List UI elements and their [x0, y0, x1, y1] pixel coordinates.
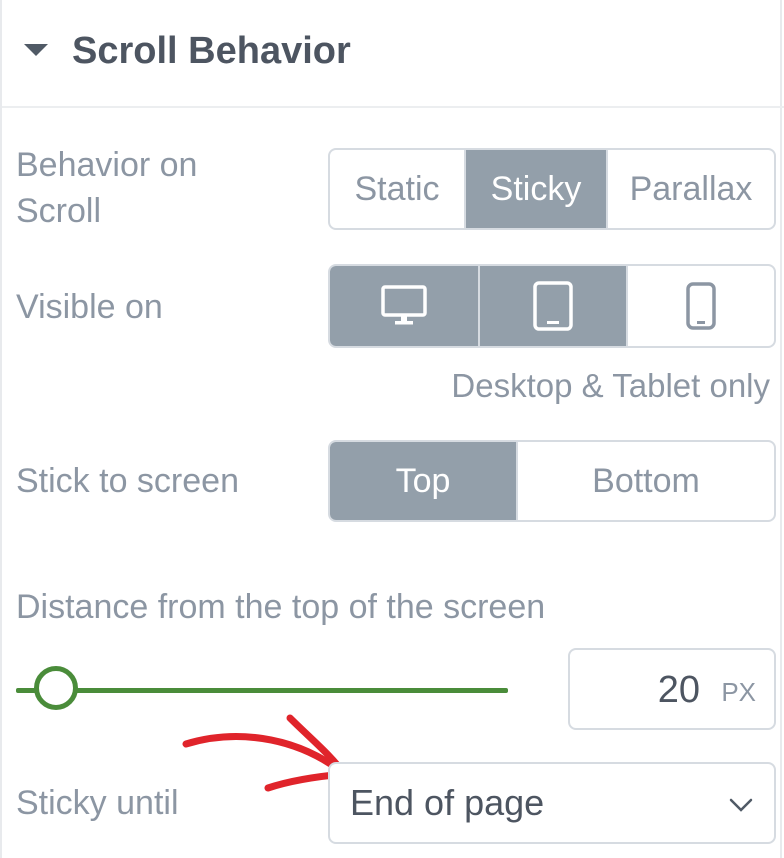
visible-on-segmented-control — [328, 264, 776, 348]
sticky-until-label: Sticky until — [16, 784, 179, 822]
stick-option-top[interactable]: Top — [330, 442, 518, 520]
behavior-option-static[interactable]: Static — [330, 150, 466, 228]
chevron-down-icon — [729, 798, 753, 812]
stick-to-screen-segmented-control: Top Bottom — [328, 440, 776, 522]
desktop-icon — [381, 285, 427, 325]
distance-slider-track[interactable] — [16, 688, 508, 693]
sticky-until-select[interactable]: End of page — [328, 762, 776, 844]
behavior-option-sticky[interactable]: Sticky — [466, 150, 608, 228]
mobile-icon — [686, 282, 716, 330]
behavior-on-scroll-label: Behavior on Scroll — [16, 142, 197, 234]
distance-value[interactable]: 20 — [658, 668, 700, 712]
section-title: Scroll Behavior — [72, 30, 351, 72]
behavior-label-line2: Scroll — [16, 192, 102, 230]
tablet-icon — [533, 281, 573, 331]
caret-down-icon[interactable] — [24, 44, 48, 56]
device-tablet[interactable] — [480, 266, 628, 346]
device-desktop[interactable] — [330, 266, 480, 346]
stick-to-screen-label: Stick to screen — [16, 462, 239, 500]
section-header[interactable]: Scroll Behavior — [2, 0, 784, 108]
distance-slider-thumb[interactable] — [34, 666, 78, 710]
behavior-option-parallax[interactable]: Parallax — [608, 150, 774, 228]
device-mobile[interactable] — [628, 266, 774, 346]
visible-on-hint: Desktop & Tablet only — [451, 367, 770, 404]
distance-unit: PX — [721, 677, 756, 707]
visible-on-label: Visible on — [16, 288, 163, 326]
distance-label: Distance from the top of the screen — [16, 588, 546, 626]
stick-option-bottom[interactable]: Bottom — [518, 442, 774, 520]
behavior-segmented-control: Static Sticky Parallax — [328, 148, 776, 230]
distance-number-input[interactable]: 20 PX — [568, 648, 776, 730]
behavior-label-line1: Behavior on — [16, 146, 198, 184]
sticky-until-value: End of page — [350, 782, 545, 823]
scroll-behavior-panel: Scroll Behavior Behavior on Scroll Stati… — [0, 0, 784, 858]
